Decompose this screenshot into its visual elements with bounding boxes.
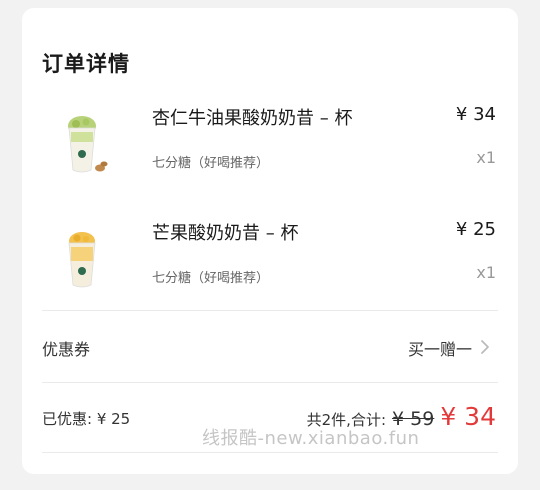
- order-item[interactable]: 杏仁牛油果酸奶奶昔 – 杯 ¥ 34 七分糖（好喝推荐） x1: [22, 104, 518, 204]
- item-name: 杏仁牛油果酸奶奶昔 – 杯: [152, 108, 353, 129]
- discount-amount: 已优惠: ¥ 25: [42, 410, 131, 428]
- divider: [42, 382, 498, 383]
- item-quantity: x1: [476, 148, 496, 167]
- watermark: 线报酷-new.xianbao.fun: [202, 428, 420, 449]
- avocado-yogurt-cup-image: [68, 116, 108, 173]
- item-option: 七分糖（好喝推荐）: [152, 156, 270, 171]
- page-title: 订单详情: [42, 52, 130, 76]
- mango-yogurt-cup-image: [68, 232, 96, 288]
- order-detail-card: 订单详情 杏仁牛油果酸奶奶昔 – 杯 ¥ 34 七分糖（好喝推荐） x1 芒果酸…: [22, 8, 518, 474]
- item-price: ¥ 25: [455, 219, 496, 240]
- item-quantity: x1: [476, 263, 496, 282]
- item-option: 七分糖（好喝推荐）: [152, 271, 270, 286]
- item-price: ¥ 34: [455, 104, 496, 125]
- coupon-label: 优惠券: [42, 340, 91, 359]
- order-item[interactable]: 芒果酸奶奶昔 – 杯 ¥ 25 七分糖（好喝推荐） x1: [22, 219, 518, 319]
- chevron-right-icon[interactable]: [478, 338, 492, 356]
- coupon-value[interactable]: 买一赠一: [408, 336, 472, 360]
- final-price: ¥ 34: [440, 402, 496, 431]
- item-name: 芒果酸奶奶昔 – 杯: [152, 223, 299, 244]
- divider: [42, 452, 498, 453]
- divider: [42, 310, 498, 311]
